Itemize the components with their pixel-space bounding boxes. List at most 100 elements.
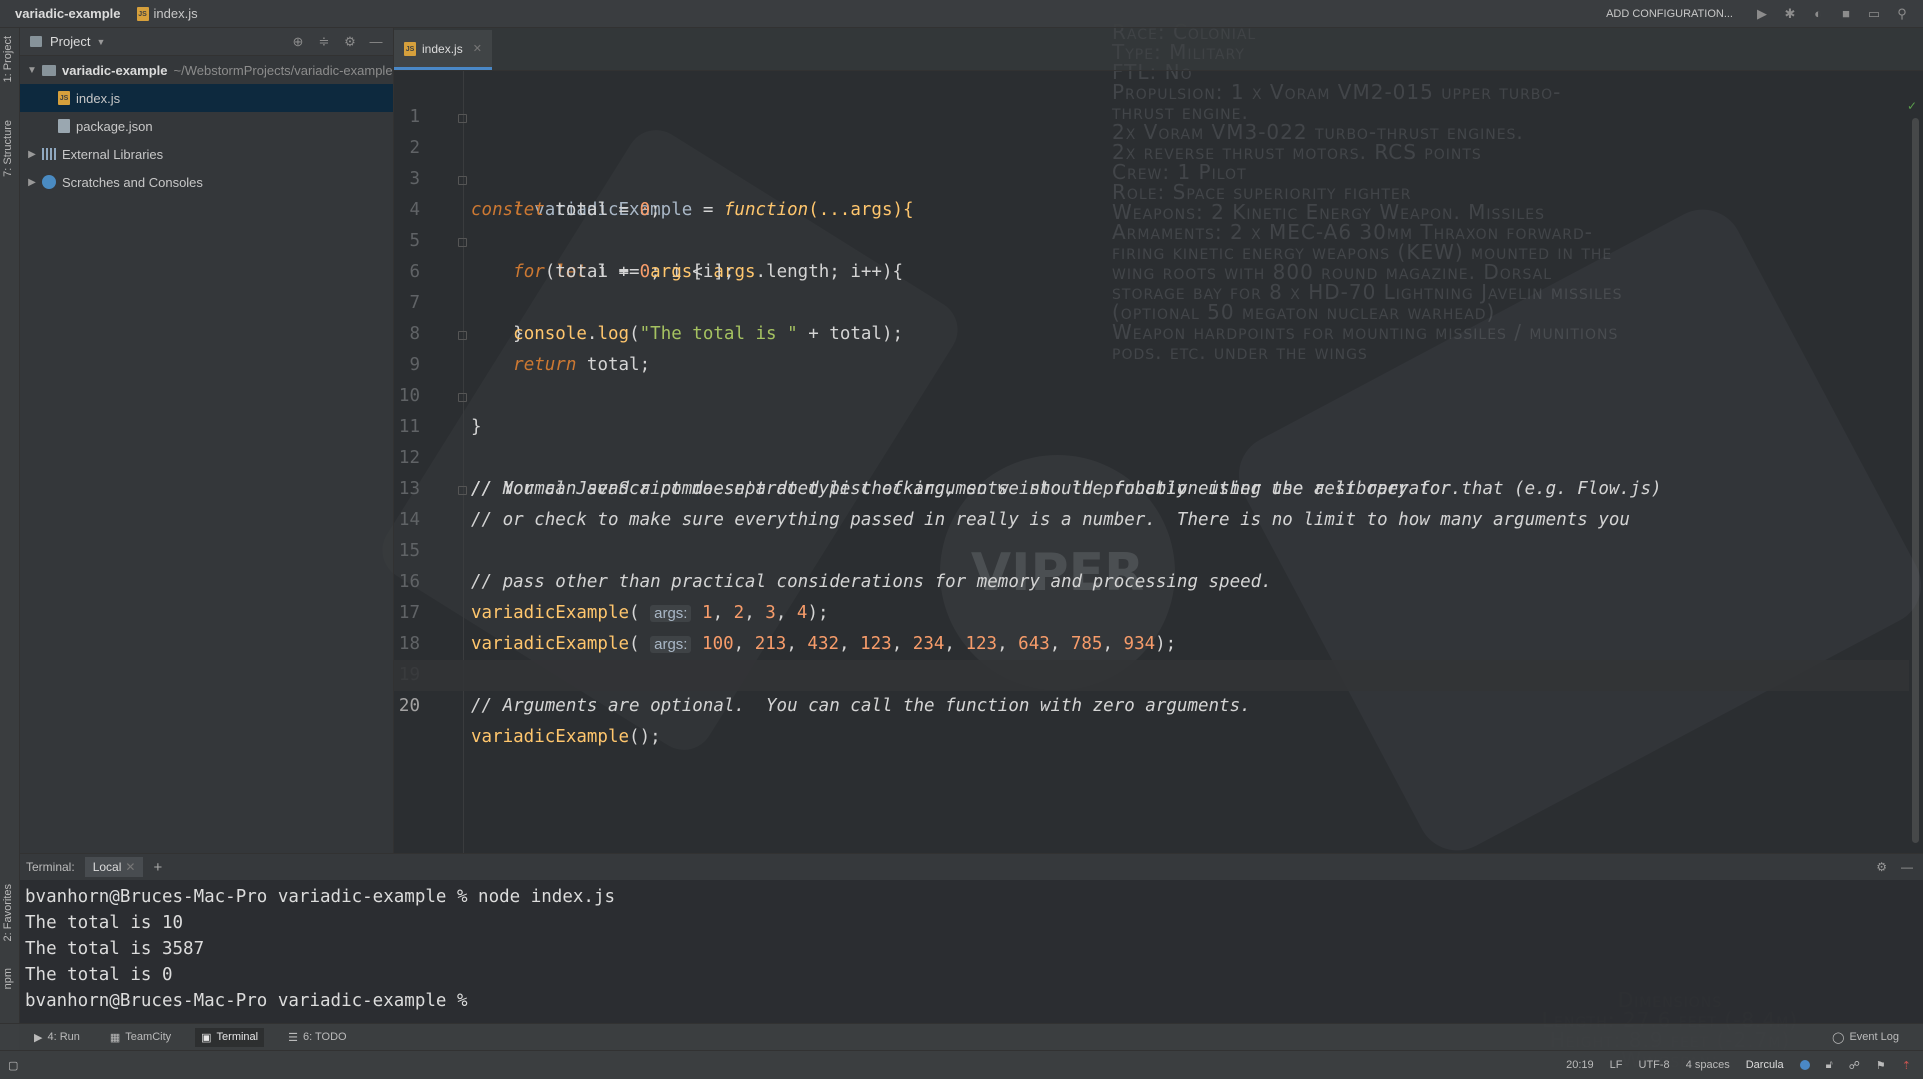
code-line[interactable]: 5 total += args[i];	[394, 195, 1909, 282]
left-tool-strip: 1: Project 7: Structure 2: Favorites npm	[0, 28, 20, 1050]
list-icon: ☰	[288, 1031, 298, 1044]
code-line[interactable]: 2 const variadicExample = function(...ar…	[394, 102, 1909, 220]
tool-tab-event-log[interactable]: ◯ Event Log	[1826, 1028, 1905, 1047]
tool-windows-toggle-icon[interactable]: ▢	[8, 1059, 18, 1072]
tool-tab-terminal[interactable]: ▣ Terminal	[195, 1027, 265, 1047]
gear-icon[interactable]: ⚙	[343, 34, 357, 50]
theme-name[interactable]: Darcula	[1746, 1059, 1784, 1071]
caret-position[interactable]: 20:19	[1566, 1059, 1594, 1071]
code-line[interactable]: 4 for(let i = 0; i < args.length; i++){	[394, 164, 1909, 282]
js-file-icon: JS	[404, 41, 416, 56]
code-line[interactable]: 8 return total;	[394, 288, 1909, 375]
code-comment: // Arguments are optional. You can call …	[471, 696, 1251, 716]
chevron-down-icon[interactable]: ▼	[96, 37, 105, 47]
terminal-line: The total is 3587	[25, 939, 205, 959]
tree-item-scratches[interactable]: ▶ Scratches and Consoles	[20, 168, 393, 196]
code-area[interactable]: 1 2 const variadicExample = function(...…	[394, 71, 1914, 853]
tree-item-index-js[interactable]: JS index.js	[20, 84, 393, 112]
run-icon[interactable]: ▶	[1755, 6, 1769, 22]
chevron-right-icon[interactable]: ▶	[26, 149, 38, 160]
project-view-selector[interactable]: Project	[50, 34, 90, 49]
project-panel: Project ▼ ⊕ ≑ ⚙ — ▼ variadic-example ~/W…	[20, 28, 394, 853]
tree-item-label: Scratches and Consoles	[62, 174, 203, 190]
line-number: 20	[398, 696, 420, 716]
stop-icon[interactable]: ■	[1839, 6, 1853, 21]
fold-marker-icon[interactable]	[458, 238, 467, 247]
collapse-all-icon[interactable]: ≑	[317, 34, 331, 50]
file-encoding[interactable]: UTF-8	[1639, 1059, 1670, 1071]
line-separator[interactable]: LF	[1610, 1059, 1623, 1071]
memory-indicator-icon[interactable]: ⇡	[1902, 1059, 1911, 1072]
tab-project[interactable]: 1: Project	[2, 36, 14, 82]
notification-icon[interactable]: ⚑	[1876, 1059, 1886, 1072]
code-line[interactable]: 16 variadicExample( args: 1, 2, 3, 4);	[394, 536, 1909, 623]
chevron-right-icon[interactable]: ▶	[26, 177, 38, 188]
editor-tabs: JS index.js ✕	[394, 28, 1923, 71]
event-log-icon: ◯	[1832, 1031, 1845, 1044]
tree-root-folder[interactable]: ▼ variadic-example ~/WebstormProjects/va…	[20, 56, 393, 84]
code-line[interactable]: 17 variadicExample( args: 100, 213, 432,…	[394, 567, 1909, 654]
breadcrumb-project[interactable]: variadic-example	[15, 6, 121, 21]
code-line[interactable]: 6 }	[394, 226, 1909, 344]
coverage-icon[interactable]: ◐	[1811, 6, 1825, 21]
code-line[interactable]: 11 // You can send a comma-separated lis…	[394, 381, 1909, 499]
fold-marker-icon[interactable]	[458, 114, 467, 123]
code-line[interactable]: 15	[394, 505, 1909, 561]
code-line[interactable]: 3 let total = 0;	[394, 133, 1909, 220]
terminal-tab-local[interactable]: Local ✕	[84, 857, 144, 877]
add-icon[interactable]: +	[153, 859, 162, 876]
code-line[interactable]: 1	[394, 71, 1909, 127]
fold-marker-icon[interactable]	[458, 486, 467, 495]
tool-tab-teamcity[interactable]: ▦ TeamCity	[104, 1028, 177, 1047]
teamcity-icon: ▦	[109, 1031, 121, 1044]
minimize-icon[interactable]: —	[1901, 860, 1913, 874]
status-bar: ▢ 20:19 LF UTF-8 4 spaces Darcula 🔓︎ ☍ ⚑…	[0, 1050, 1923, 1079]
indent-setting[interactable]: 4 spaces	[1686, 1059, 1730, 1071]
js-file-icon: JS	[58, 91, 70, 105]
tab-npm[interactable]: npm	[2, 968, 14, 989]
code-line-current[interactable]: 20 variadicExample();	[394, 660, 1909, 747]
locate-icon[interactable]: ⊕	[291, 34, 305, 50]
lock-icon[interactable]: 🔓︎	[1826, 1059, 1833, 1072]
js-file-icon: JS	[136, 6, 149, 21]
terminal-line: bvanhorn@Bruces-Mac-Pro variadic-example…	[25, 887, 616, 907]
fold-marker-icon[interactable]	[458, 393, 467, 402]
tool-tab-run[interactable]: ▶ 4: Run	[28, 1028, 86, 1047]
breadcrumb-file[interactable]: JS index.js	[136, 6, 198, 21]
editor-scrollbar[interactable]	[1912, 118, 1919, 843]
close-icon[interactable]: ✕	[125, 860, 135, 874]
tab-structure[interactable]: 7: Structure	[2, 120, 14, 177]
tree-item-package-json[interactable]: package.json	[20, 112, 393, 140]
fold-marker-icon[interactable]	[458, 176, 467, 185]
code-line[interactable]: 12 // Normal JavaScript doesn't do type …	[394, 412, 1909, 499]
window-layout-icon[interactable]: ▭	[1867, 6, 1881, 22]
code-line[interactable]: 19 // Arguments are optional. You can ca…	[394, 629, 1909, 716]
tool-tab-todo[interactable]: ☰ 6: TODO	[282, 1028, 352, 1047]
code-line[interactable]: 10	[394, 350, 1909, 406]
project-view-icon	[30, 36, 42, 47]
vcs-icon[interactable]: ☍	[1849, 1059, 1860, 1072]
debug-icon[interactable]: ✱	[1783, 6, 1797, 22]
code-line[interactable]: 14 // pass other than practical consider…	[394, 474, 1909, 592]
tree-item-external-libraries[interactable]: ▶ External Libraries	[20, 140, 393, 168]
tree-root-name: variadic-example	[62, 62, 168, 78]
editor-tab-index-js[interactable]: JS index.js ✕	[394, 30, 492, 70]
add-configuration-button[interactable]: ADD CONFIGURATION...	[1606, 8, 1733, 20]
tree-item-label: External Libraries	[62, 146, 164, 162]
status-bar-widgets: 20:19 LF UTF-8 4 spaces Darcula 🔓︎ ☍ ⚑ ⇡	[1566, 1059, 1911, 1072]
terminal-output[interactable]: bvanhorn@Bruces-Mac-Pro variadic-example…	[20, 880, 1923, 1014]
fold-marker-icon[interactable]	[458, 331, 467, 340]
code-line[interactable]: 13 // or check to make sure everything p…	[394, 443, 1909, 530]
gear-icon[interactable]: ⚙	[1876, 860, 1887, 874]
chevron-down-icon[interactable]: ▼	[26, 65, 38, 76]
code-line[interactable]: 18	[394, 598, 1909, 654]
code-line[interactable]: 9 }	[394, 319, 1909, 437]
close-icon[interactable]: ✕	[473, 42, 482, 55]
search-icon[interactable]: ⚲	[1895, 6, 1909, 22]
code-line[interactable]: 7 console.log("The total is " + total);	[394, 257, 1909, 344]
project-panel-header: Project ▼ ⊕ ≑ ⚙ —	[20, 28, 393, 56]
minimize-icon[interactable]: —	[369, 34, 383, 50]
tab-favorites[interactable]: 2: Favorites	[2, 884, 14, 941]
terminal-line: The total is 10	[25, 913, 184, 933]
tree-root-path: ~/WebstormProjects/variadic-example	[173, 62, 393, 78]
